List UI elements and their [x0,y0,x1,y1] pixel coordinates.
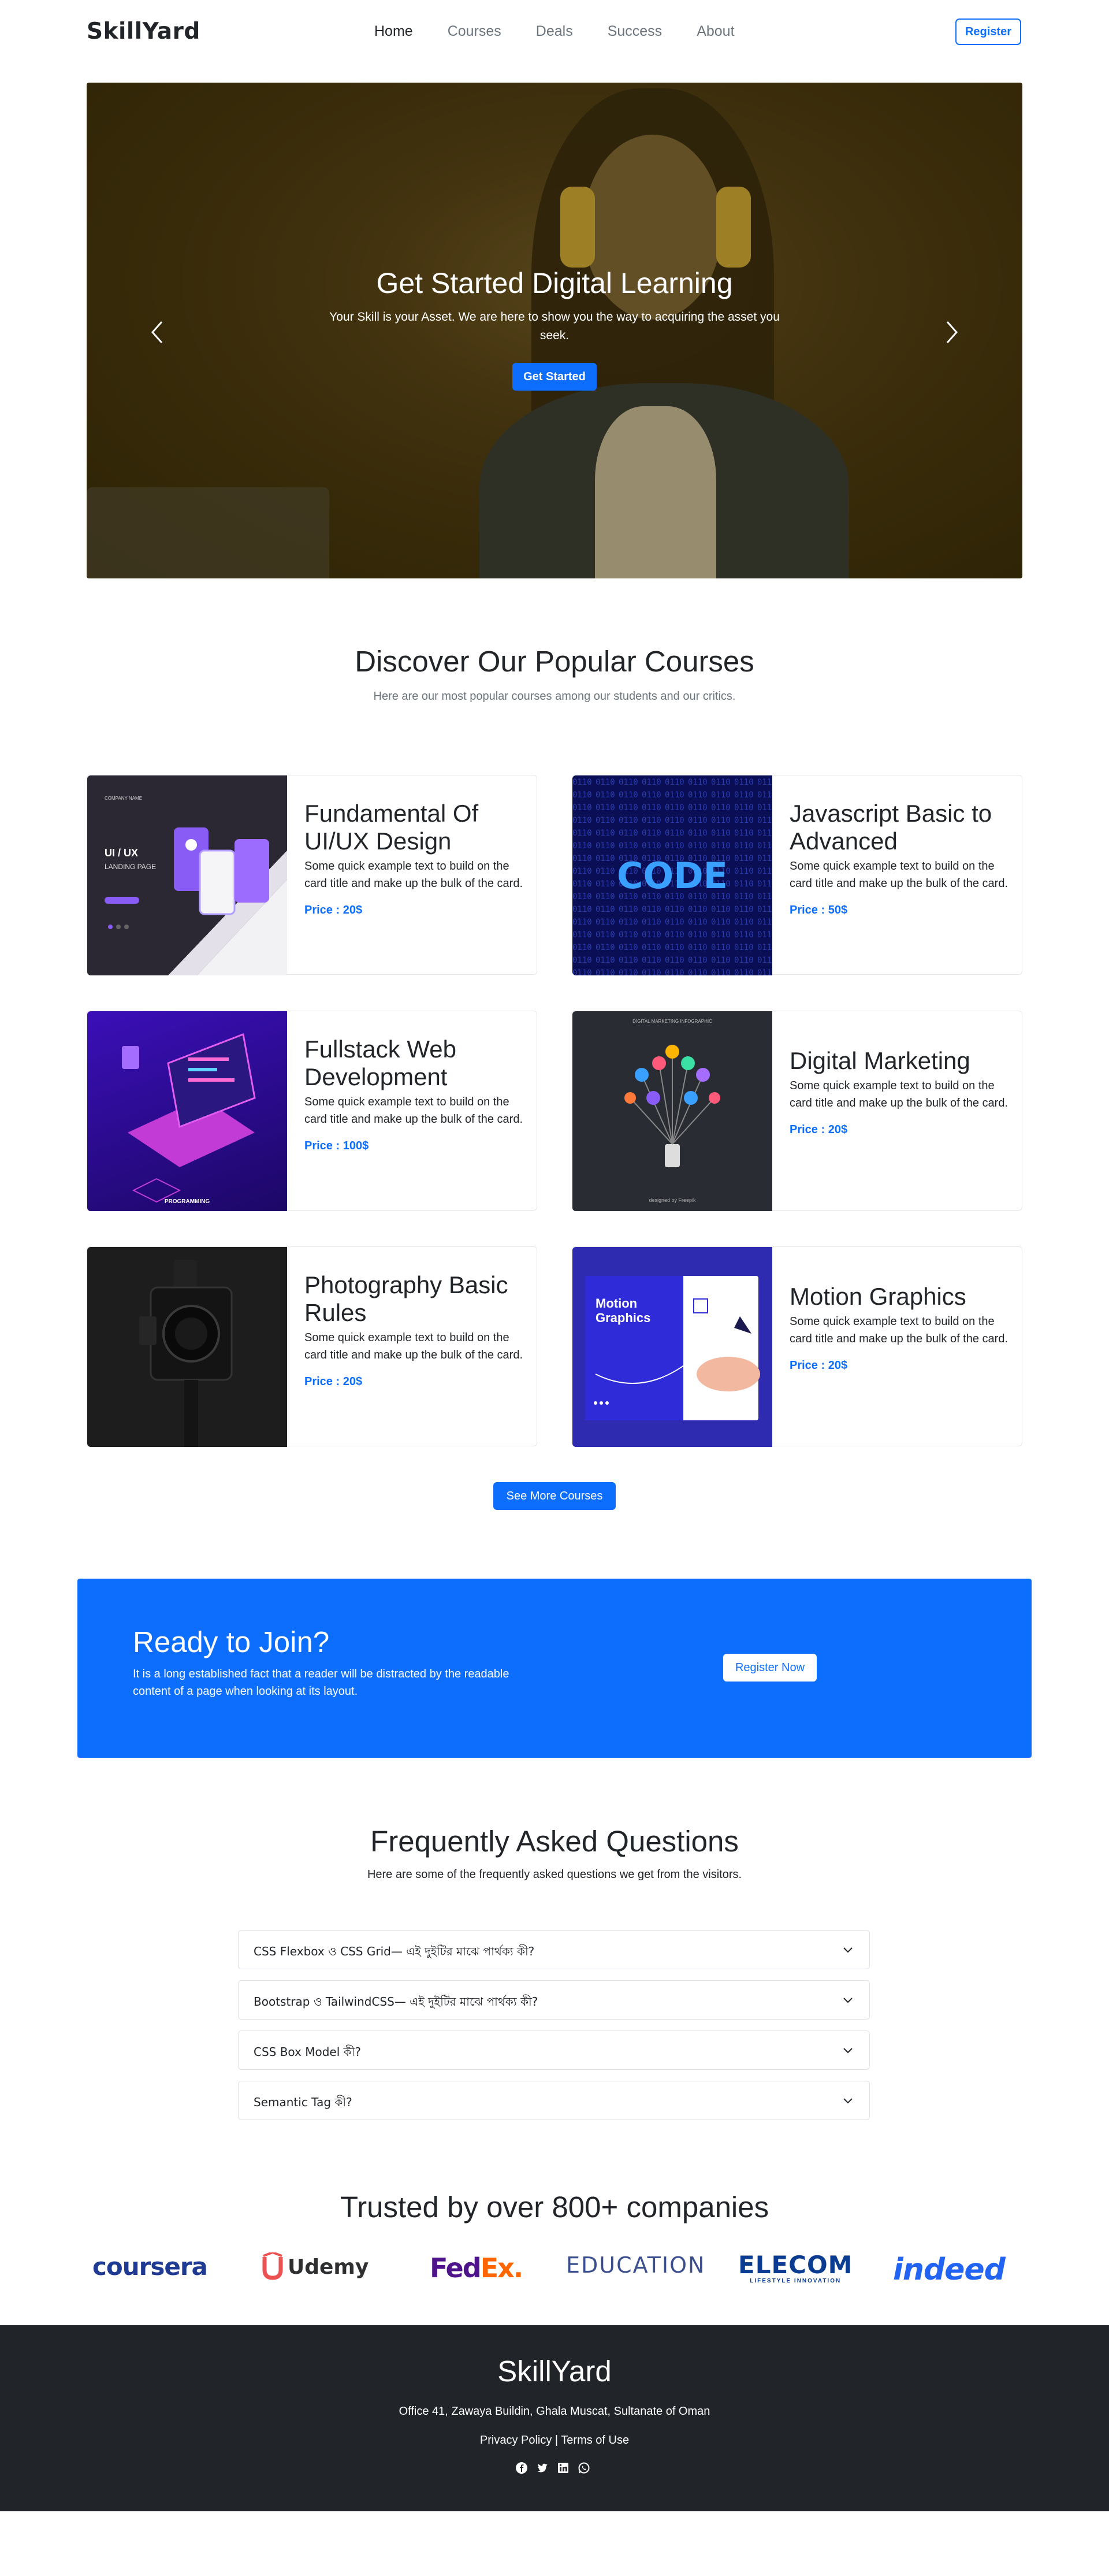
courses-subtitle: Here are our most popular courses among … [373,690,736,703]
nav-link-success[interactable]: Success [608,23,662,40]
faq-item[interactable]: Bootstrap ও TailwindCSS— এই দুইটির মাঝে … [238,1980,870,2020]
course-price: Price : 20$ [304,904,363,916]
footer-brand[interactable]: SkillYard [0,2354,1109,2388]
faq-question: CSS Flexbox ও CSS Grid— এই দুইটির মাঝে প… [254,1944,535,1958]
fedex-logo: FedEx. [430,2252,523,2284]
nav-link-home[interactable]: Home [374,23,413,40]
join-text: It is a long established fact that a rea… [133,1668,509,1698]
faq-question: Bootstrap ও TailwindCSS— এই দুইটির মাঝে … [254,1995,538,2009]
footer-address: Office 41, Zawaya Buildin, Ghala Muscat,… [399,2405,710,2418]
course-title[interactable]: Javascript Basic to Advanced [790,800,1010,855]
faq-question: Semantic Tag কী? [254,2095,352,2109]
course-price: Price : 20$ [304,1375,363,1388]
chevron-down-icon[interactable] [842,2094,854,2107]
course-price: Price : 20$ [790,1123,848,1136]
course-title[interactable]: Fundamental Of UI/UX Design [304,800,525,855]
carousel-prev-icon[interactable] [149,320,165,351]
footer: SkillYard Office 41, Zawaya Buildin, Gha… [0,2325,1109,2511]
course-card[interactable]: UI / UX LANDING PAGE COMPANY NAME Fundam… [87,775,537,975]
brand-logo[interactable]: SkillYard [87,18,200,44]
faq-item[interactable]: CSS Box Model কী? [238,2031,870,2070]
footer-links[interactable]: Privacy Policy | Terms of Use [0,2434,1109,2447]
course-card[interactable]: Photography Basic Rules Some quick examp… [87,1246,537,1447]
hero-carousel: Get Started Digital Learning Your Skill … [87,83,1022,578]
course-thumb-fullstack: PROGRAMMING [87,1011,287,1211]
faq-subtitle: Here are some of the frequently asked qu… [367,1868,742,1881]
nav-link-courses[interactable]: Courses [448,23,501,40]
faq-item[interactable]: Semantic Tag কী? [238,2081,870,2120]
elecom-logo: ELECOM LIFESTYLE INNOVATION [738,2251,853,2285]
thumb-text: UI / UX [105,847,138,859]
see-more-courses-button[interactable]: See More Courses [493,1482,616,1510]
course-info: Photography Basic Rules Some quick examp… [304,1271,525,1389]
chevron-down-icon[interactable] [842,2044,854,2057]
course-info: Motion Graphics Some quick example text … [790,1283,1010,1372]
nav-link-deals[interactable]: Deals [536,23,573,40]
svg-text:DIGITAL MARKETING INFOGRAPHIC: DIGITAL MARKETING INFOGRAPHIC [632,1019,712,1024]
register-button[interactable]: Register [955,18,1021,45]
education-logo: EDUCATION [566,2252,706,2278]
course-text: Some quick example text to build on the … [304,860,523,890]
course-card[interactable]: PROGRAMMING Fullstack Web Development So… [87,1011,537,1211]
svg-text:COMPANY NAME: COMPANY NAME [105,796,142,801]
get-started-button[interactable]: Get Started [512,363,597,391]
course-title[interactable]: Photography Basic Rules [304,1271,525,1327]
register-now-button[interactable]: Register Now [723,1654,817,1682]
course-title[interactable]: Motion Graphics [790,1283,1010,1311]
chevron-down-icon[interactable] [842,1943,854,1956]
faq-item[interactable]: CSS Flexbox ও CSS Grid— এই দুইটির মাঝে প… [238,1930,870,1969]
course-info: Digital Marketing Some quick example tex… [790,1047,1010,1137]
faq-question: CSS Box Model কী? [254,2045,361,2059]
course-text: Some quick example text to build on the … [790,1079,1008,1109]
linkedin-icon[interactable] [557,2462,570,2474]
course-title[interactable]: Digital Marketing [790,1047,1010,1075]
social-icons [515,2462,590,2474]
svg-text:Graphics: Graphics [596,1311,650,1325]
nav-link-about[interactable]: About [697,23,734,40]
course-text: Some quick example text to build on the … [790,1315,1008,1345]
indeed-logo: indeed [893,2252,1006,2287]
udemy-logo: Udemy [261,2252,369,2281]
facebook-icon[interactable] [515,2462,528,2474]
nav-links: Home Courses Deals Success About [374,23,769,40]
coursera-logo: coursera [92,2252,208,2281]
svg-text:PROGRAMMING: PROGRAMMING [165,1198,210,1205]
faq-title: Frequently Asked Questions [370,1825,739,1858]
courses-title: Discover Our Popular Courses [355,645,754,678]
join-title: Ready to Join? [133,1625,330,1658]
course-info: Fundamental Of UI/UX Design Some quick e… [304,800,525,917]
course-thumb-marketing: DIGITAL MARKETING INFOGRAPHIC designed b… [572,1011,772,1211]
svg-text:CODE: CODE [617,855,728,897]
svg-text:Motion: Motion [596,1296,637,1311]
course-text: Some quick example text to build on the … [790,860,1008,890]
course-card[interactable]: 0110 CODE Javascript Basic to Advanced S… [572,775,1022,975]
svg-text:designed by Freepik: designed by Freepik [649,1197,696,1203]
svg-text:LANDING PAGE: LANDING PAGE [105,863,156,871]
whatsapp-icon[interactable] [578,2462,590,2474]
course-price: Price : 50$ [790,904,848,916]
join-banner: Ready to Join? It is a long established … [77,1579,1032,1758]
chevron-down-icon[interactable] [842,1994,854,2006]
course-text: Some quick example text to build on the … [304,1096,523,1126]
course-price: Price : 20$ [790,1359,848,1372]
course-price: Price : 100$ [304,1139,369,1152]
course-card[interactable]: Motion Graphics Motion Graphics Some qui… [572,1246,1022,1447]
hero-subtitle: Your Skill is your Asset. We are here to… [329,310,780,342]
carousel-next-icon[interactable] [944,320,960,351]
course-thumb-photography [87,1247,287,1447]
course-thumb-uiux: UI / UX LANDING PAGE COMPANY NAME [87,775,287,975]
companies-title: Trusted by over 800+ companies [340,2191,769,2224]
course-title[interactable]: Fullstack Web Development [304,1035,525,1091]
course-info: Fullstack Web Development Some quick exa… [304,1035,525,1153]
course-thumb-motion: Motion Graphics [572,1247,772,1447]
course-thumb-javascript: 0110 CODE [572,775,772,975]
hero-title: Get Started Digital Learning [376,267,733,299]
udemy-u-icon [262,2252,283,2280]
navbar: SkillYard Home Courses Deals Success Abo… [0,0,1109,65]
twitter-icon[interactable] [536,2462,549,2474]
course-info: Javascript Basic to Advanced Some quick … [790,800,1010,917]
course-card[interactable]: DIGITAL MARKETING INFOGRAPHIC designed b… [572,1011,1022,1211]
course-text: Some quick example text to build on the … [304,1331,523,1361]
